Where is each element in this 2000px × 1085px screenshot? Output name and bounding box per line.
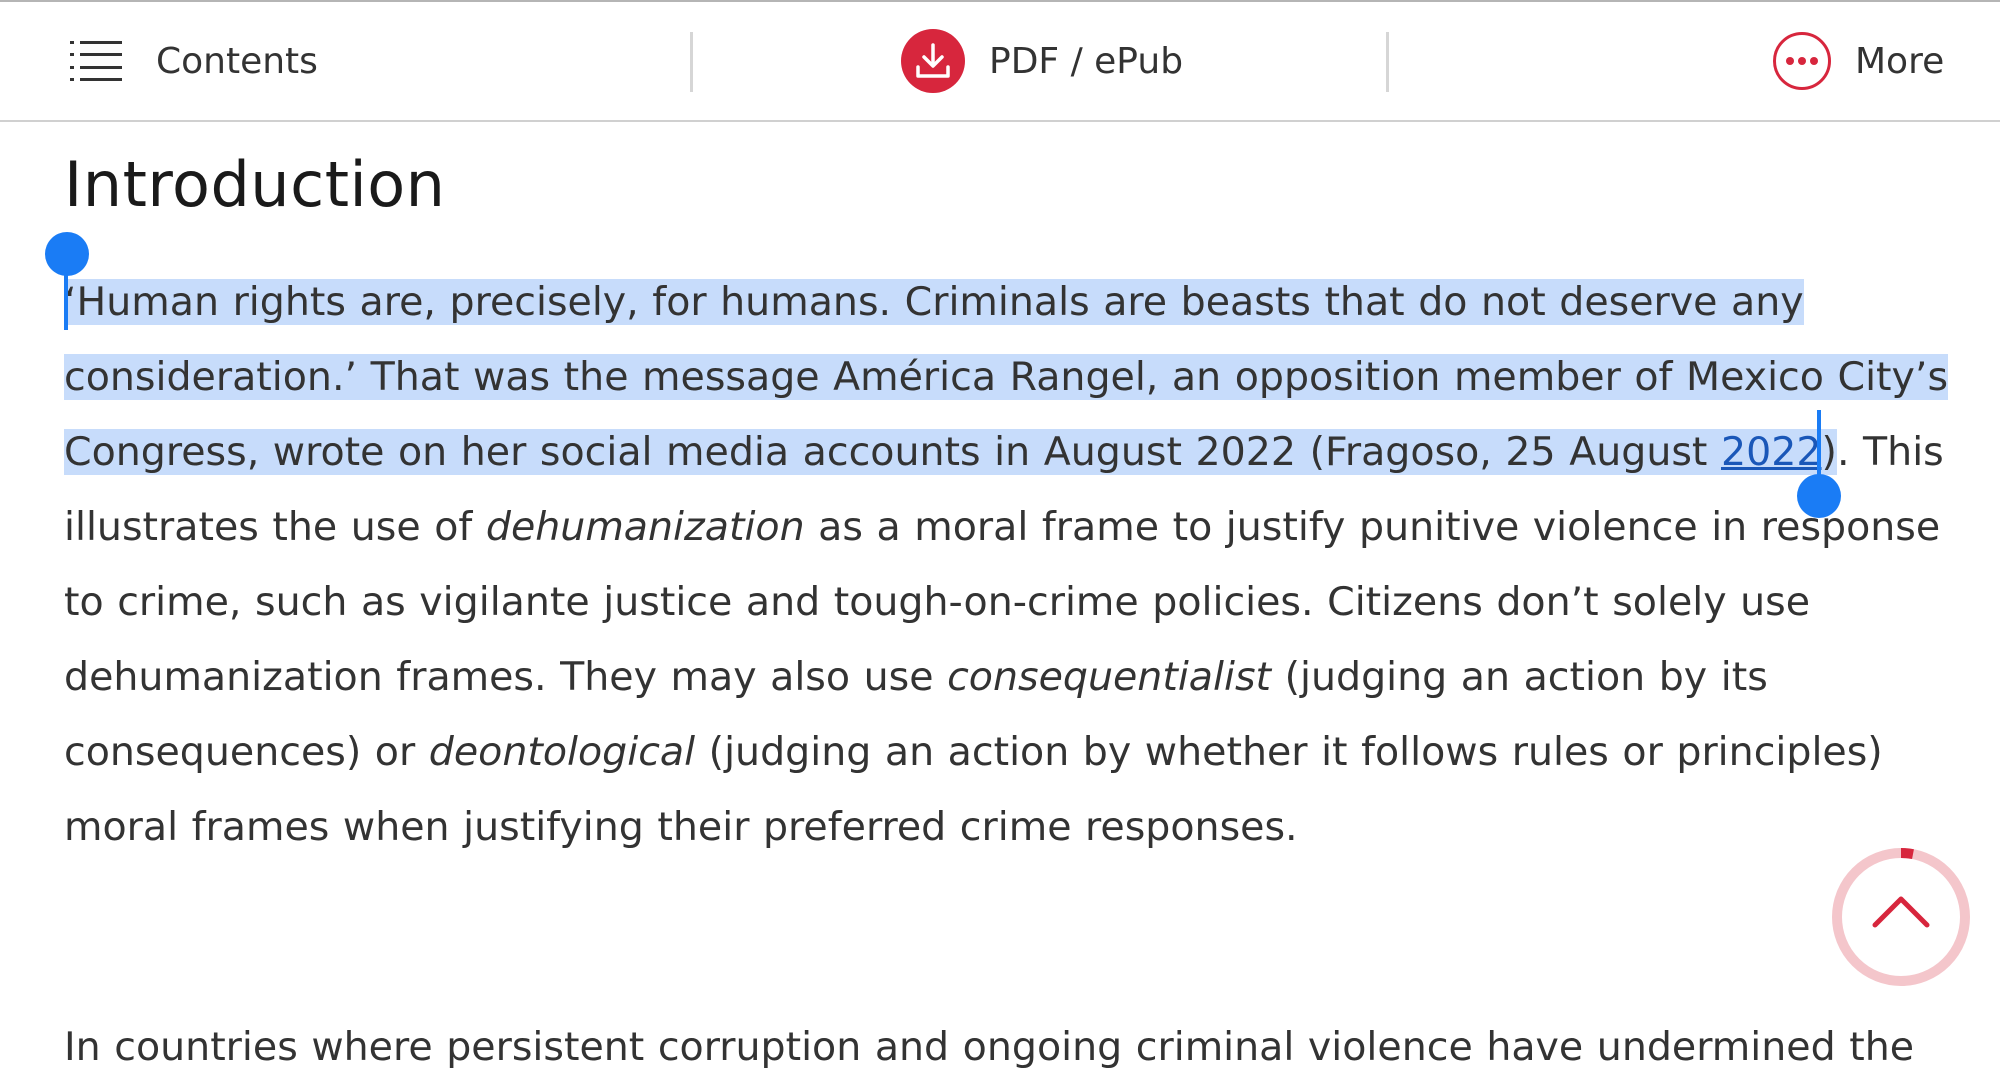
- pdf-epub-label: PDF / ePub: [989, 40, 1184, 82]
- paragraph[interactable]: In countries where persistent corruption…: [64, 1010, 2000, 1085]
- scroll-to-top-button[interactable]: [1827, 843, 1975, 991]
- selection-end-handle[interactable]: [1797, 474, 1841, 518]
- reading-progress-ring: [1832, 848, 1970, 986]
- pdf-epub-button[interactable]: PDF / ePub: [901, 2, 1183, 120]
- download-icon: [901, 29, 965, 93]
- more-button[interactable]: More: [1773, 2, 1944, 120]
- citation-link[interactable]: 2022: [1721, 429, 1822, 475]
- emphasis-term: consequentialist: [947, 654, 1272, 700]
- selection-end-caret: [1817, 410, 1821, 480]
- section-heading: Introduction: [64, 148, 446, 221]
- list-icon: [70, 41, 122, 81]
- paragraph[interactable]: ‘Human rights are, precisely, for humans…: [64, 265, 1954, 865]
- chevron-up-icon: [1872, 896, 1930, 928]
- reader-toolbar: Contents PDF / ePub More: [0, 2, 2000, 122]
- emphasis-term: dehumanization: [485, 504, 805, 550]
- emphasis-term: deontological: [428, 729, 696, 775]
- article-body: Introduction ‘Human rights are, precisel…: [64, 148, 1954, 1070]
- toolbar-divider: [1386, 32, 1389, 92]
- selected-text[interactable]: ‘Human rights are, precisely, for humans…: [64, 279, 1949, 475]
- ellipsis-icon: [1773, 32, 1831, 90]
- selection-start-handle[interactable]: [45, 232, 89, 276]
- more-label: More: [1855, 40, 1945, 82]
- contents-label: Contents: [156, 40, 318, 82]
- contents-button[interactable]: Contents: [70, 2, 318, 120]
- toolbar-divider: [690, 32, 693, 92]
